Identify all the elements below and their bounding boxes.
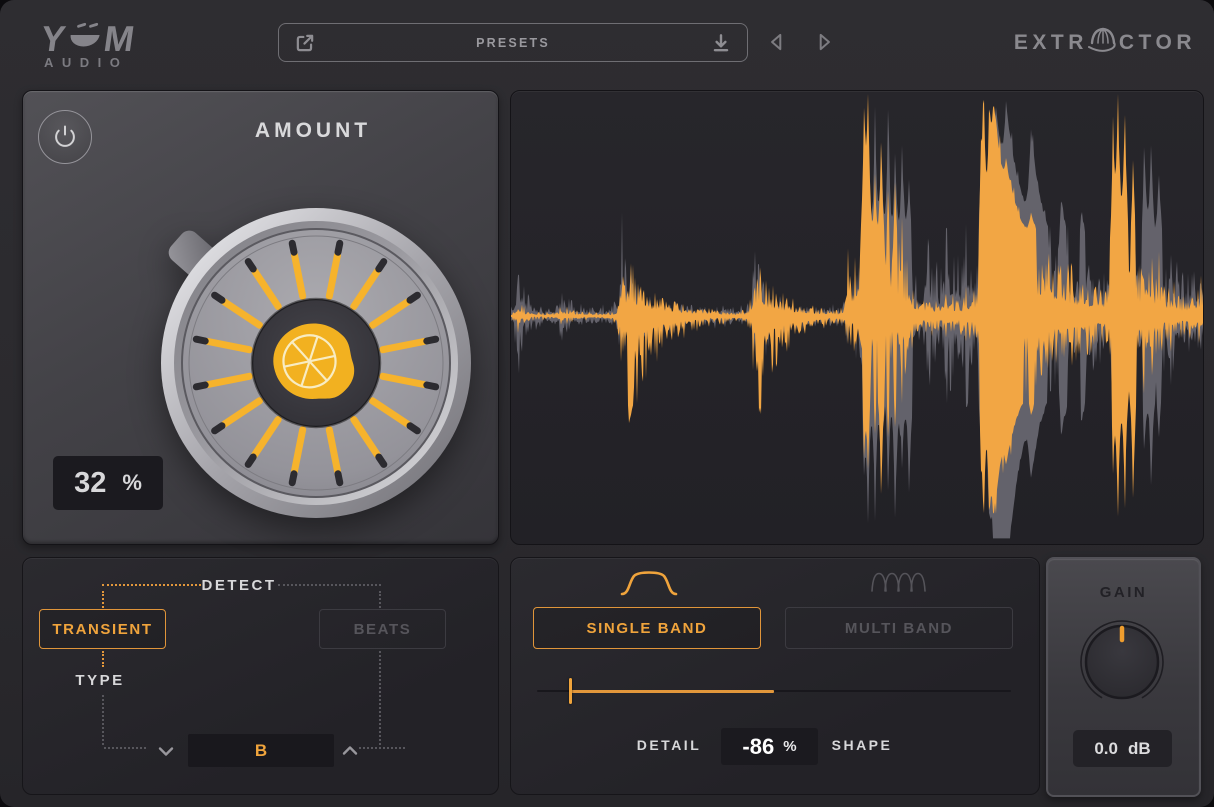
header-bar: Y M AUDIO PRESETS — [0, 0, 1214, 86]
type-label: TYPE — [50, 672, 150, 689]
connector-line — [102, 651, 104, 667]
gain-knob[interactable] — [1074, 614, 1170, 710]
brand-wordmark: Y M — [38, 18, 137, 59]
gain-value: 0.0 — [1094, 739, 1118, 759]
detail-value: -86 — [742, 734, 774, 760]
brand-letter-m: M — [101, 18, 137, 59]
power-button[interactable] — [38, 110, 92, 164]
type-next-button[interactable] — [338, 739, 362, 763]
triangle-right-icon — [821, 35, 829, 49]
download-icon[interactable] — [710, 32, 732, 54]
gain-unit: dB — [1128, 739, 1151, 759]
slider-handle[interactable] — [569, 678, 573, 704]
slider-fill — [570, 690, 774, 693]
detect-mode-transient-button[interactable]: TRANSIENT — [39, 609, 166, 649]
previous-preset-button[interactable] — [766, 31, 788, 53]
detail-unit: % — [783, 738, 796, 755]
detail-label: DETAIL — [609, 737, 729, 753]
brand-logo: Y M AUDIO — [28, 18, 148, 75]
shape-slider[interactable] — [537, 677, 1011, 705]
gain-title: GAIN — [1048, 584, 1199, 601]
connector-line — [379, 591, 381, 608]
next-preset-button[interactable] — [813, 31, 835, 53]
amount-value-box[interactable]: 32 % — [53, 456, 163, 510]
multi-band-button[interactable]: MULTI BAND — [785, 607, 1013, 649]
single-band-curve-icon — [618, 569, 680, 602]
waveform-svg — [511, 91, 1203, 544]
connector-line — [102, 591, 104, 608]
connector-line — [104, 747, 146, 749]
product-text-right: CTOR — [1119, 31, 1196, 55]
presets-bar[interactable]: PRESETS — [278, 23, 748, 62]
amount-title: AMOUNT — [163, 119, 463, 143]
bowl-icon — [69, 23, 101, 47]
connector-line — [102, 695, 104, 745]
amount-unit: % — [122, 470, 142, 496]
detect-mode-beats-button[interactable]: BEATS — [319, 609, 446, 649]
type-previous-button[interactable] — [154, 739, 178, 763]
chevron-down-icon — [160, 749, 172, 755]
connector-line — [359, 747, 405, 749]
multi-band-curves-icon — [869, 571, 927, 598]
detect-panel: DETECT TRANSIENT BEATS TYPE B — [22, 557, 499, 795]
presets-label[interactable]: PRESETS — [279, 24, 747, 61]
gain-panel: GAIN 0.0 dB — [1046, 557, 1201, 797]
brand-audio-label: AUDIO — [44, 55, 128, 70]
type-value-box[interactable]: B — [188, 734, 334, 767]
brand-letter-y: Y — [38, 18, 68, 59]
single-band-button[interactable]: SINGLE BAND — [533, 607, 761, 649]
product-logo: EXTR CTOR — [1014, 26, 1196, 60]
waveform-display — [510, 90, 1204, 545]
shape-label: SHAPE — [802, 737, 922, 753]
amount-knob[interactable] — [136, 183, 496, 543]
band-panel: SINGLE BAND MULTI BAND DETAIL -86 % SHAP… — [510, 557, 1040, 795]
connector-line — [102, 584, 201, 586]
chevron-up-icon — [344, 748, 356, 754]
juicer-icon — [1088, 24, 1118, 58]
amount-panel: AMOUNT — [22, 90, 499, 545]
triangle-left-icon — [772, 35, 780, 49]
amount-value: 32 — [74, 467, 106, 500]
connector-line — [379, 651, 381, 745]
type-value: B — [255, 741, 267, 761]
connector-line — [278, 584, 381, 586]
product-text-left: EXTR — [1014, 31, 1088, 55]
plugin-window: Y M AUDIO PRESETS — [0, 0, 1214, 807]
power-icon — [53, 125, 77, 149]
gain-value-box[interactable]: 0.0 dB — [1073, 730, 1172, 767]
